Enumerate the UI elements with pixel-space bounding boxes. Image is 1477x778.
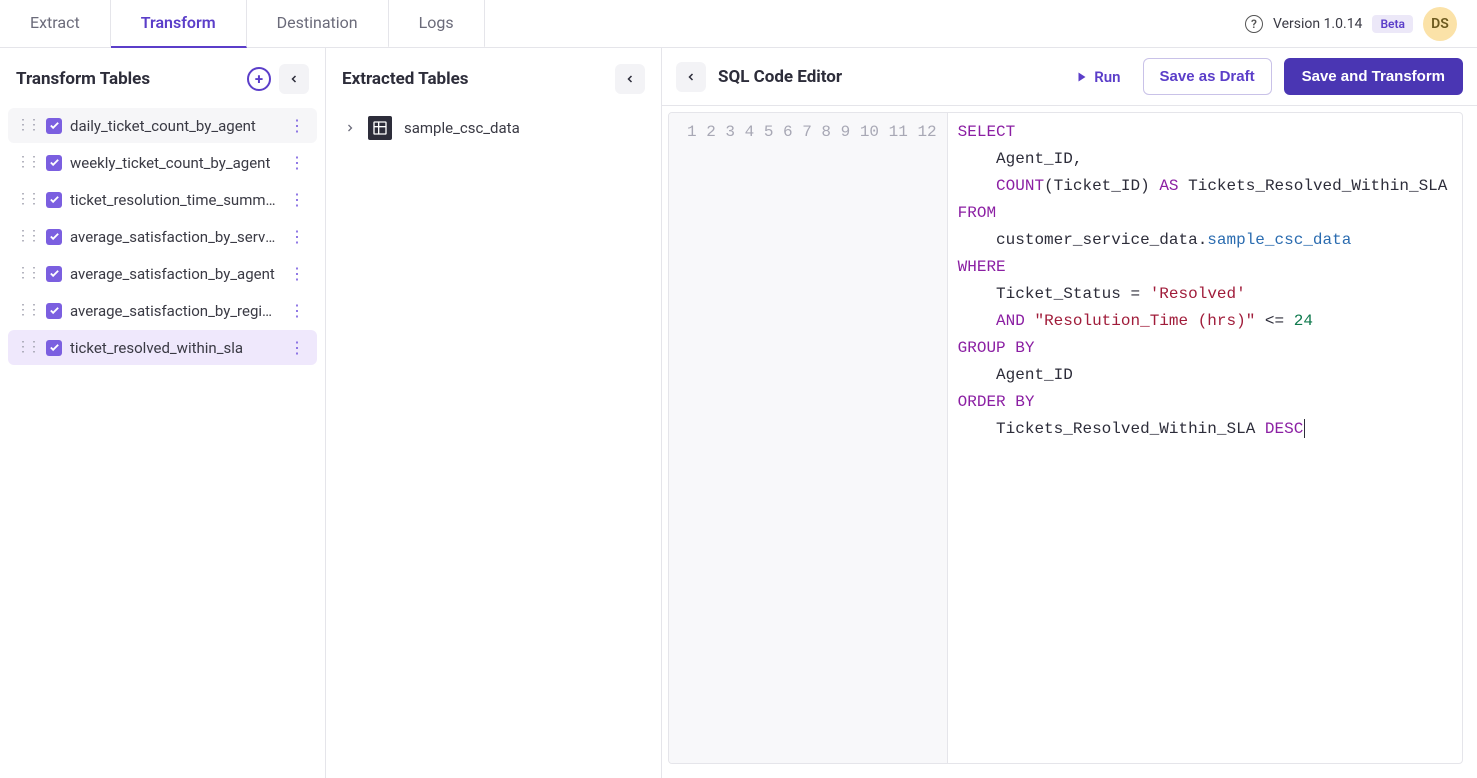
extracted-table-label: sample_csc_data	[404, 119, 520, 137]
transform-table-label: average_satisfaction_by_agent	[70, 265, 277, 283]
drag-handle-icon[interactable]	[16, 309, 38, 312]
transform-table-label: average_satisfaction_by_region	[70, 302, 277, 320]
chevron-left-icon	[685, 71, 697, 83]
code-content[interactable]: SELECT Agent_ID, COUNT(Ticket_ID) AS Tic…	[948, 113, 1462, 763]
code-editor[interactable]: 1 2 3 4 5 6 7 8 9 10 11 12 SELECT Agent_…	[668, 112, 1463, 764]
checkbox[interactable]	[46, 118, 62, 134]
main-tab-bar: Extract Transform Destination Logs ? Ver…	[0, 0, 1477, 48]
text-cursor	[1304, 419, 1305, 438]
header-right: ? Version 1.0.14 Beta DS	[1245, 7, 1469, 41]
transform-tables-list: daily_ticket_count_by_agent⋮weekly_ticke…	[8, 108, 317, 365]
more-options-icon[interactable]: ⋮	[285, 338, 309, 357]
transform-table-item[interactable]: ticket_resolution_time_summary ⋮	[8, 182, 317, 217]
save-as-draft-button[interactable]: Save as Draft	[1143, 58, 1272, 95]
checkbox[interactable]	[46, 229, 62, 245]
chevron-right-icon	[344, 122, 356, 134]
checkbox[interactable]	[46, 303, 62, 319]
tab-transform[interactable]: Transform	[111, 0, 247, 48]
more-options-icon[interactable]: ⋮	[285, 227, 309, 246]
sql-editor-panel: SQL Code Editor Run Save as Draft Save a…	[662, 48, 1477, 778]
transform-table-item[interactable]: average_satisfaction_by_service... ⋮	[8, 219, 317, 254]
transform-table-item[interactable]: daily_ticket_count_by_agent ⋮	[8, 108, 317, 143]
transform-table-label: weekly_ticket_count_by_agent	[70, 154, 277, 172]
add-transform-table-button[interactable]: +	[247, 67, 271, 91]
transform-table-label: ticket_resolution_time_summary	[70, 191, 277, 209]
sql-editor-title: SQL Code Editor	[718, 67, 1054, 87]
tab-extract[interactable]: Extract	[0, 0, 111, 48]
tab-logs[interactable]: Logs	[389, 0, 485, 48]
more-options-icon[interactable]: ⋮	[285, 190, 309, 209]
checkbox[interactable]	[46, 155, 62, 171]
transform-table-item[interactable]: average_satisfaction_by_region ⋮	[8, 293, 317, 328]
more-options-icon[interactable]: ⋮	[285, 301, 309, 320]
drag-handle-icon[interactable]	[16, 346, 38, 349]
run-button[interactable]: Run	[1066, 62, 1130, 92]
play-icon	[1076, 71, 1088, 83]
transform-tables-panel: Transform Tables + daily_ticket_count_by…	[0, 48, 326, 778]
version-label: Version 1.0.14	[1273, 16, 1362, 32]
collapse-mid-panel-button[interactable]	[615, 64, 645, 94]
drag-handle-icon[interactable]	[16, 124, 38, 127]
transform-table-item[interactable]: weekly_ticket_count_by_agent ⋮	[8, 145, 317, 180]
transform-table-item[interactable]: average_satisfaction_by_agent ⋮	[8, 256, 317, 291]
more-options-icon[interactable]: ⋮	[285, 264, 309, 283]
collapse-left-panel-button[interactable]	[279, 64, 309, 94]
save-and-transform-button[interactable]: Save and Transform	[1284, 58, 1463, 95]
extracted-tables-title: Extracted Tables	[342, 69, 469, 89]
collapse-right-panel-button[interactable]	[676, 62, 706, 92]
chevron-left-icon	[624, 73, 636, 85]
checkbox[interactable]	[46, 266, 62, 282]
extracted-table-item[interactable]: sample_csc_data	[334, 108, 653, 148]
drag-handle-icon[interactable]	[16, 161, 38, 164]
more-options-icon[interactable]: ⋮	[285, 153, 309, 172]
transform-table-label: ticket_resolved_within_sla	[70, 339, 277, 357]
drag-handle-icon[interactable]	[16, 235, 38, 238]
drag-handle-icon[interactable]	[16, 198, 38, 201]
transform-table-label: daily_ticket_count_by_agent	[70, 117, 277, 135]
checkbox[interactable]	[46, 340, 62, 356]
run-label: Run	[1094, 68, 1120, 86]
beta-badge: Beta	[1372, 15, 1413, 33]
transform-table-item[interactable]: ticket_resolved_within_sla ⋮	[8, 330, 317, 365]
more-options-icon[interactable]: ⋮	[285, 116, 309, 135]
tab-destination[interactable]: Destination	[247, 0, 389, 48]
checkbox[interactable]	[46, 192, 62, 208]
extracted-tables-panel: Extracted Tables sample_csc_data	[326, 48, 662, 778]
drag-handle-icon[interactable]	[16, 272, 38, 275]
help-icon[interactable]: ?	[1245, 15, 1263, 33]
tab-list: Extract Transform Destination Logs	[0, 0, 485, 48]
transform-table-label: average_satisfaction_by_service...	[70, 228, 277, 246]
chevron-left-icon	[288, 73, 300, 85]
avatar[interactable]: DS	[1423, 7, 1457, 41]
line-gutter: 1 2 3 4 5 6 7 8 9 10 11 12	[669, 113, 948, 763]
transform-tables-title: Transform Tables	[16, 69, 150, 89]
table-icon	[368, 116, 392, 140]
